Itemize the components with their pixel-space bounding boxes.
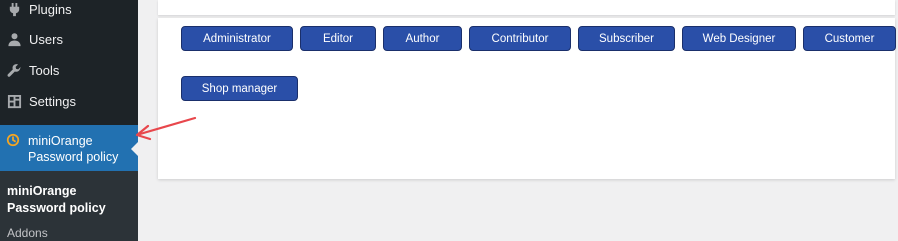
sidebar-item-miniorange[interactable]: miniOrange Password policy: [0, 125, 139, 171]
settings-icon: [6, 93, 22, 109]
admin-sidebar: Plugins Users Tools Settings miniOrange …: [0, 0, 139, 241]
submenu-item-addons[interactable]: Addons: [7, 226, 48, 240]
sidebar-item-label: Settings: [29, 93, 76, 109]
role-button-editor[interactable]: Editor: [300, 26, 376, 51]
sidebar-item-label: Tools: [29, 62, 60, 78]
role-button-web-designer[interactable]: Web Designer: [682, 26, 796, 51]
plugin-icon: [6, 1, 22, 17]
top-panel: [158, 0, 895, 15]
sidebar-item-label: miniOrange Password policy: [28, 134, 119, 164]
role-button-administrator[interactable]: Administrator: [181, 26, 293, 51]
wrench-icon: [6, 62, 22, 78]
sidebar-submenu: miniOrange Password policy Addons: [0, 171, 138, 241]
role-button-customer[interactable]: Customer: [803, 26, 896, 51]
sidebar-item-label: Users: [29, 31, 63, 47]
role-button-subscriber[interactable]: Subscriber: [578, 26, 675, 51]
users-icon: [6, 31, 22, 47]
sidebar-item-label: Plugins: [29, 1, 72, 17]
active-caret: [131, 141, 139, 157]
role-button-shop-manager[interactable]: Shop manager: [181, 76, 298, 101]
sidebar-item-users[interactable]: Users: [0, 24, 138, 54]
sidebar-item-settings[interactable]: Settings: [0, 86, 138, 116]
role-button-author[interactable]: Author: [383, 26, 462, 51]
miniorange-icon: [6, 133, 20, 147]
sidebar-item-tools[interactable]: Tools: [0, 55, 138, 85]
submenu-title[interactable]: miniOrange Password policy: [7, 183, 106, 217]
role-button-contributor[interactable]: Contributor: [469, 26, 571, 51]
sidebar-item-plugins[interactable]: Plugins: [0, 0, 138, 24]
